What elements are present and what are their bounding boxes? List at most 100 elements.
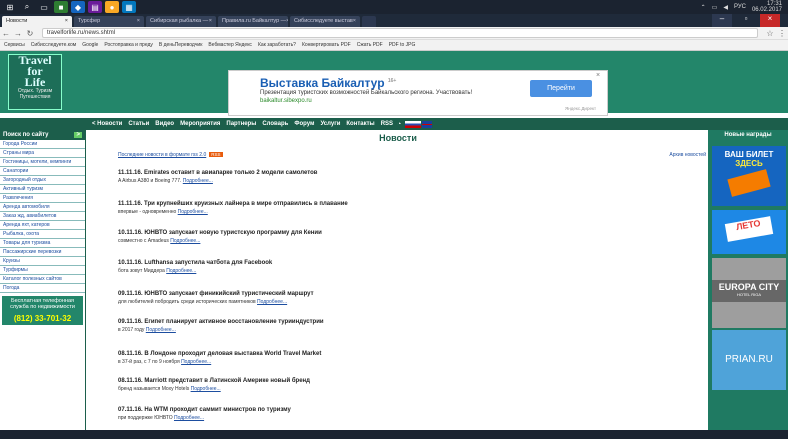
news-more-link[interactable]: Подробнее... (257, 299, 287, 305)
ad-url[interactable]: baikaltur.sibexpo.ru (260, 98, 312, 104)
tab[interactable]: Турсфер × (74, 16, 144, 27)
news-more-link[interactable]: Подробнее... (166, 268, 196, 274)
sidebar-item[interactable]: Активный туризм (0, 185, 85, 194)
bookmark[interactable]: Как заработать? (258, 42, 296, 48)
sidebar-item[interactable]: Развлечения (0, 194, 85, 203)
volume-icon[interactable]: ◀ (723, 4, 728, 11)
close-icon[interactable]: × (209, 18, 212, 25)
russian-flag-icon[interactable] (405, 120, 422, 128)
news-title[interactable]: 09.11.16. ЮНВТО запускает финикийский ту… (118, 291, 678, 297)
tray-arrow-icon[interactable]: ⌃ (701, 4, 706, 11)
sidebar-item[interactable]: Загородный отдых (0, 176, 85, 185)
sidebar-item[interactable]: Гостиницы, мотели, кемпинги (0, 158, 85, 167)
bookmark[interactable]: Вебмастер Яндекс (208, 42, 252, 48)
rss-badge[interactable]: RSS (209, 152, 223, 157)
site-logo[interactable]: Travel for Life Отдых. Туризм Путешестви… (8, 54, 62, 110)
sidebar-item[interactable]: Аренда яхт, катеров (0, 221, 85, 230)
news-more-link[interactable]: Подробнее... (170, 238, 200, 244)
taskbar-app-icon[interactable]: ▦ (122, 1, 136, 13)
tab[interactable]: Сибисследуете выстав × (290, 16, 360, 27)
prian-banner[interactable]: PRIAN.RU (712, 330, 786, 390)
sidebar-item[interactable]: Города России (0, 140, 85, 149)
nav-video[interactable]: Видео (155, 121, 174, 127)
close-icon[interactable]: × (137, 18, 140, 25)
nav-contacts[interactable]: Контакты (346, 121, 374, 127)
news-title[interactable]: 09.11.16. Египет планирует активное восс… (118, 319, 678, 325)
sidebar-phone[interactable]: (812) 33-701-32 (2, 312, 83, 325)
close-icon[interactable]: × (65, 18, 68, 25)
task-view-icon[interactable]: ▭ (37, 1, 51, 13)
sidebar-item[interactable]: Санатории (0, 167, 85, 176)
sidebar-item[interactable]: Турфирмы (0, 266, 85, 275)
sidebar-item[interactable]: Аренда автомобиля (0, 203, 85, 212)
sidebar-item[interactable]: Заказ жд, авиабилетов (0, 212, 85, 221)
tab-news[interactable]: Новости × (2, 16, 72, 27)
close-window-icon[interactable]: × (760, 14, 780, 27)
bookmark[interactable]: Сервисы (4, 42, 25, 48)
ad-go-button[interactable]: Перейти (530, 80, 592, 97)
rss-feed-link[interactable]: Последние новости в формате rss 2.0 RSS (118, 152, 223, 158)
taskbar-app-icon[interactable]: ▤ (88, 1, 102, 13)
nav-partners[interactable]: Партнеры (226, 121, 256, 127)
clock[interactable]: 17:31 06.02.2017 (752, 1, 782, 13)
sidebar-item[interactable]: Рыбалка, охота (0, 230, 85, 239)
nav-articles[interactable]: Статьи (128, 121, 149, 127)
nav-dictionary[interactable]: Словарь (262, 121, 288, 127)
network-icon[interactable]: ▭ (712, 4, 718, 11)
sidebar-item[interactable]: Товары для туризма (0, 239, 85, 248)
news-more-link[interactable]: Подробнее... (178, 209, 208, 215)
archive-link[interactable]: Архив новостей (669, 152, 706, 158)
nav-forum[interactable]: Форум (294, 121, 314, 127)
news-title[interactable]: 10.11.16. Lufthansa запустила чатбота дл… (118, 260, 678, 266)
back-icon[interactable]: ← (0, 29, 12, 38)
news-more-link[interactable]: Подробнее... (174, 415, 204, 421)
news-more-link[interactable]: Подробнее... (181, 359, 211, 365)
sidebar-arrow-icon[interactable]: > (74, 132, 82, 138)
nav-rss[interactable]: RSS (381, 121, 393, 127)
nav-news[interactable]: < Новости (92, 121, 122, 127)
uk-flag-icon[interactable] (422, 120, 433, 128)
close-icon[interactable]: × (286, 18, 288, 25)
news-title[interactable]: 11.11.16. Emirates оставит в авиапарке т… (118, 170, 678, 176)
bookmark[interactable]: Конвертировать PDF (302, 42, 351, 48)
ad-title[interactable]: Выставка Байкалтур 16+ (260, 76, 396, 90)
taskbar-app-icon[interactable]: ◆ (71, 1, 85, 13)
keyboard-language[interactable]: РУС (734, 4, 746, 10)
windows-start-icon[interactable]: ⊞ (3, 1, 17, 13)
bookmark[interactable]: В деньПереводчик (159, 42, 203, 48)
news-title[interactable]: 10.11.16. ЮНВТО запускает новую туристск… (118, 230, 678, 236)
reload-icon[interactable]: ↻ (24, 29, 36, 38)
news-title[interactable]: 11.11.16. Три крупнейших круизных лайнер… (118, 201, 678, 207)
sidebar-help-banner[interactable]: Бесплатная телефонная служба по недвижим… (2, 296, 83, 312)
news-more-link[interactable]: Подробнее... (146, 327, 176, 333)
forward-icon[interactable]: → (12, 29, 24, 38)
summer-banner[interactable]: ЛЕТО (712, 210, 786, 254)
bookmark[interactable]: Google (82, 42, 98, 48)
ticket-banner[interactable]: ВАШ БИЛЕТ ЗДЕСЬ (712, 146, 786, 206)
bookmark[interactable]: PDF to JPG (389, 42, 416, 48)
sidebar-item[interactable]: Страны мира (0, 149, 85, 158)
search-icon[interactable]: ⌕ (20, 1, 34, 13)
news-title[interactable]: 07.11.16. На WTM проходит саммит министр… (118, 407, 678, 413)
news-title[interactable]: 08.11.16. В Лондоне проходит деловая выс… (118, 351, 678, 357)
minimize-icon[interactable]: – (712, 14, 732, 27)
tab[interactable]: Правила.ru Байкалтур — × (218, 16, 288, 27)
tab[interactable]: Сибирская рыбалка — × (146, 16, 216, 27)
nav-services[interactable]: Услуги (320, 121, 340, 127)
nav-events[interactable]: Мероприятия (180, 121, 220, 127)
close-icon[interactable]: × (596, 72, 600, 79)
taskbar-app-icon[interactable]: ■ (54, 1, 68, 13)
europa-city-banner[interactable]: EUROPA CITY HOTEL RIGA (712, 280, 786, 302)
bookmark[interactable]: Сибисследуете.ком (31, 42, 77, 48)
url-input[interactable]: travelforlife.ru/news.shtml (42, 28, 758, 38)
new-tab-button[interactable] (362, 16, 376, 27)
bookmark[interactable]: Ростоправка и преду (104, 42, 153, 48)
bookmark[interactable]: Сжать PDF (357, 42, 383, 48)
maximize-icon[interactable]: ▫ (736, 14, 756, 27)
close-icon[interactable]: × (353, 18, 356, 25)
menu-icon[interactable]: ⋮ (776, 29, 788, 38)
sidebar-item[interactable]: Круизы (0, 257, 85, 266)
sidebar-item[interactable]: Каталог полезных сайтов (0, 275, 85, 284)
star-icon[interactable]: ☆ (764, 29, 776, 38)
rss-icon[interactable]: ◔ (397, 121, 401, 128)
